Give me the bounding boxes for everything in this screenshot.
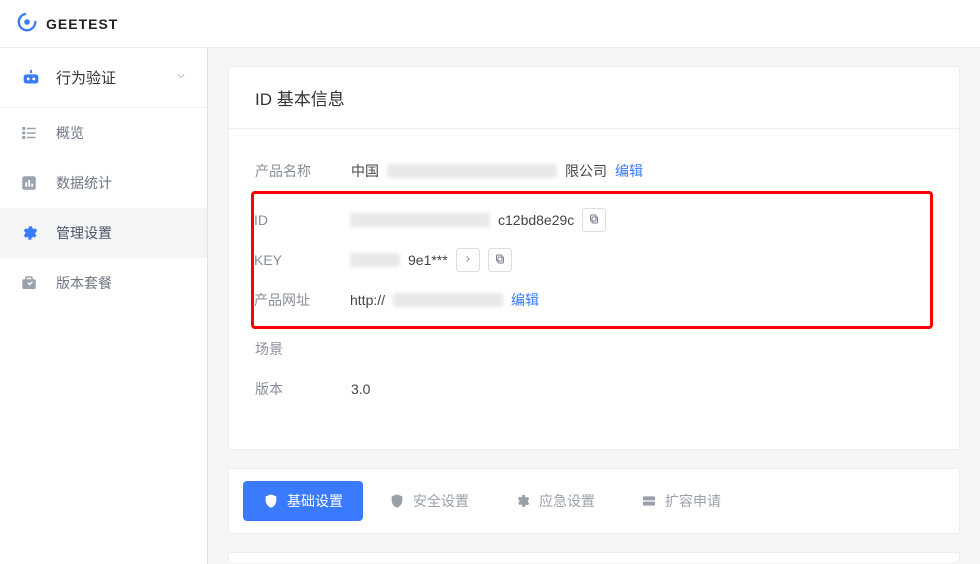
row-scene: 场景 bbox=[255, 329, 933, 369]
gear-small-icon bbox=[515, 493, 531, 509]
edit-product-name-link[interactable]: 编辑 bbox=[615, 161, 643, 181]
value-product-name-prefix: 中国 bbox=[351, 161, 379, 181]
redacted-text bbox=[387, 164, 557, 178]
row-product-name: 产品名称 中国 限公司 编辑 bbox=[255, 151, 933, 191]
info-card: ID 基本信息 产品名称 中国 限公司 编辑 ID bbox=[228, 66, 960, 450]
copy-icon bbox=[494, 253, 506, 268]
tab-label: 基础设置 bbox=[287, 491, 343, 511]
value-key-mid: 9e1*** bbox=[408, 252, 448, 268]
value-id-suffix: c12bd8e29c bbox=[498, 212, 574, 228]
value-version: 3.0 bbox=[351, 381, 370, 397]
tab-basic-settings[interactable]: 基础设置 bbox=[243, 481, 363, 521]
sidebar-item-manage[interactable]: 管理设置 bbox=[0, 208, 207, 258]
tab-label: 安全设置 bbox=[413, 491, 469, 511]
brand-logo-icon bbox=[16, 11, 38, 36]
label-product-name: 产品名称 bbox=[255, 161, 351, 181]
tabs-card: 基础设置 安全设置 应急设置 bbox=[228, 468, 960, 534]
sidebar-item-stats[interactable]: 数据统计 bbox=[0, 158, 207, 208]
gear-icon bbox=[20, 224, 38, 242]
brand: GEETEST bbox=[16, 11, 118, 36]
label-version: 版本 bbox=[255, 379, 351, 399]
server-icon bbox=[641, 493, 657, 509]
sidebar-item-label: 概览 bbox=[56, 123, 84, 143]
sidebar-item-plan[interactable]: 版本套餐 bbox=[0, 258, 207, 308]
shield-icon bbox=[263, 493, 279, 509]
sidebar: 行为验证 概览 数据统计 管理设置 bbox=[0, 48, 208, 564]
copy-key-button[interactable] bbox=[488, 248, 512, 272]
label-url: 产品网址 bbox=[254, 290, 350, 310]
value-product-name-suffix: 限公司 bbox=[565, 161, 607, 181]
check-shield-icon bbox=[389, 493, 405, 509]
sidebar-group-label: 行为验证 bbox=[56, 67, 116, 88]
copy-icon bbox=[588, 213, 600, 228]
card-title: ID 基本信息 bbox=[229, 67, 959, 129]
value-url-prefix: http:// bbox=[350, 292, 385, 308]
sidebar-item-label: 数据统计 bbox=[56, 173, 112, 193]
row-url: 产品网址 http:// 编辑 bbox=[254, 280, 922, 320]
chevron-down-icon bbox=[175, 69, 187, 86]
tab-scale-request[interactable]: 扩容申请 bbox=[621, 481, 741, 521]
reveal-key-button[interactable] bbox=[456, 248, 480, 272]
brand-name: GEETEST bbox=[46, 16, 118, 32]
redacted-text bbox=[393, 293, 503, 307]
chevron-right-icon bbox=[463, 254, 473, 267]
highlight-box: ID c12bd8e29c KEY bbox=[251, 191, 933, 329]
copy-id-button[interactable] bbox=[582, 208, 606, 232]
tab-emergency-settings[interactable]: 应急设置 bbox=[495, 481, 615, 521]
edit-url-link[interactable]: 编辑 bbox=[511, 290, 539, 310]
sidebar-item-overview[interactable]: 概览 bbox=[0, 108, 207, 158]
next-card-peek bbox=[228, 552, 960, 562]
tabbar: 基础设置 安全设置 应急设置 bbox=[229, 469, 959, 533]
list-icon bbox=[20, 124, 38, 142]
redacted-text bbox=[350, 253, 400, 267]
tab-label: 扩容申请 bbox=[665, 491, 721, 511]
redacted-text bbox=[350, 213, 490, 227]
row-id: ID c12bd8e29c bbox=[254, 200, 922, 240]
bar-chart-icon bbox=[20, 174, 38, 192]
row-key: KEY 9e1*** bbox=[254, 240, 922, 280]
briefcase-icon bbox=[20, 274, 38, 292]
tab-security-settings[interactable]: 安全设置 bbox=[369, 481, 489, 521]
row-version: 版本 3.0 bbox=[255, 369, 933, 409]
robot-icon bbox=[20, 67, 42, 89]
sidebar-item-label: 版本套餐 bbox=[56, 273, 112, 293]
sidebar-item-label: 管理设置 bbox=[56, 223, 112, 243]
label-key: KEY bbox=[254, 252, 350, 268]
label-scene: 场景 bbox=[255, 339, 351, 359]
main-content: ID 基本信息 产品名称 中国 限公司 编辑 ID bbox=[208, 48, 980, 564]
label-id: ID bbox=[254, 212, 350, 228]
tab-label: 应急设置 bbox=[539, 491, 595, 511]
sidebar-group-behavior-verify[interactable]: 行为验证 bbox=[0, 48, 207, 108]
topbar: GEETEST bbox=[0, 0, 980, 48]
